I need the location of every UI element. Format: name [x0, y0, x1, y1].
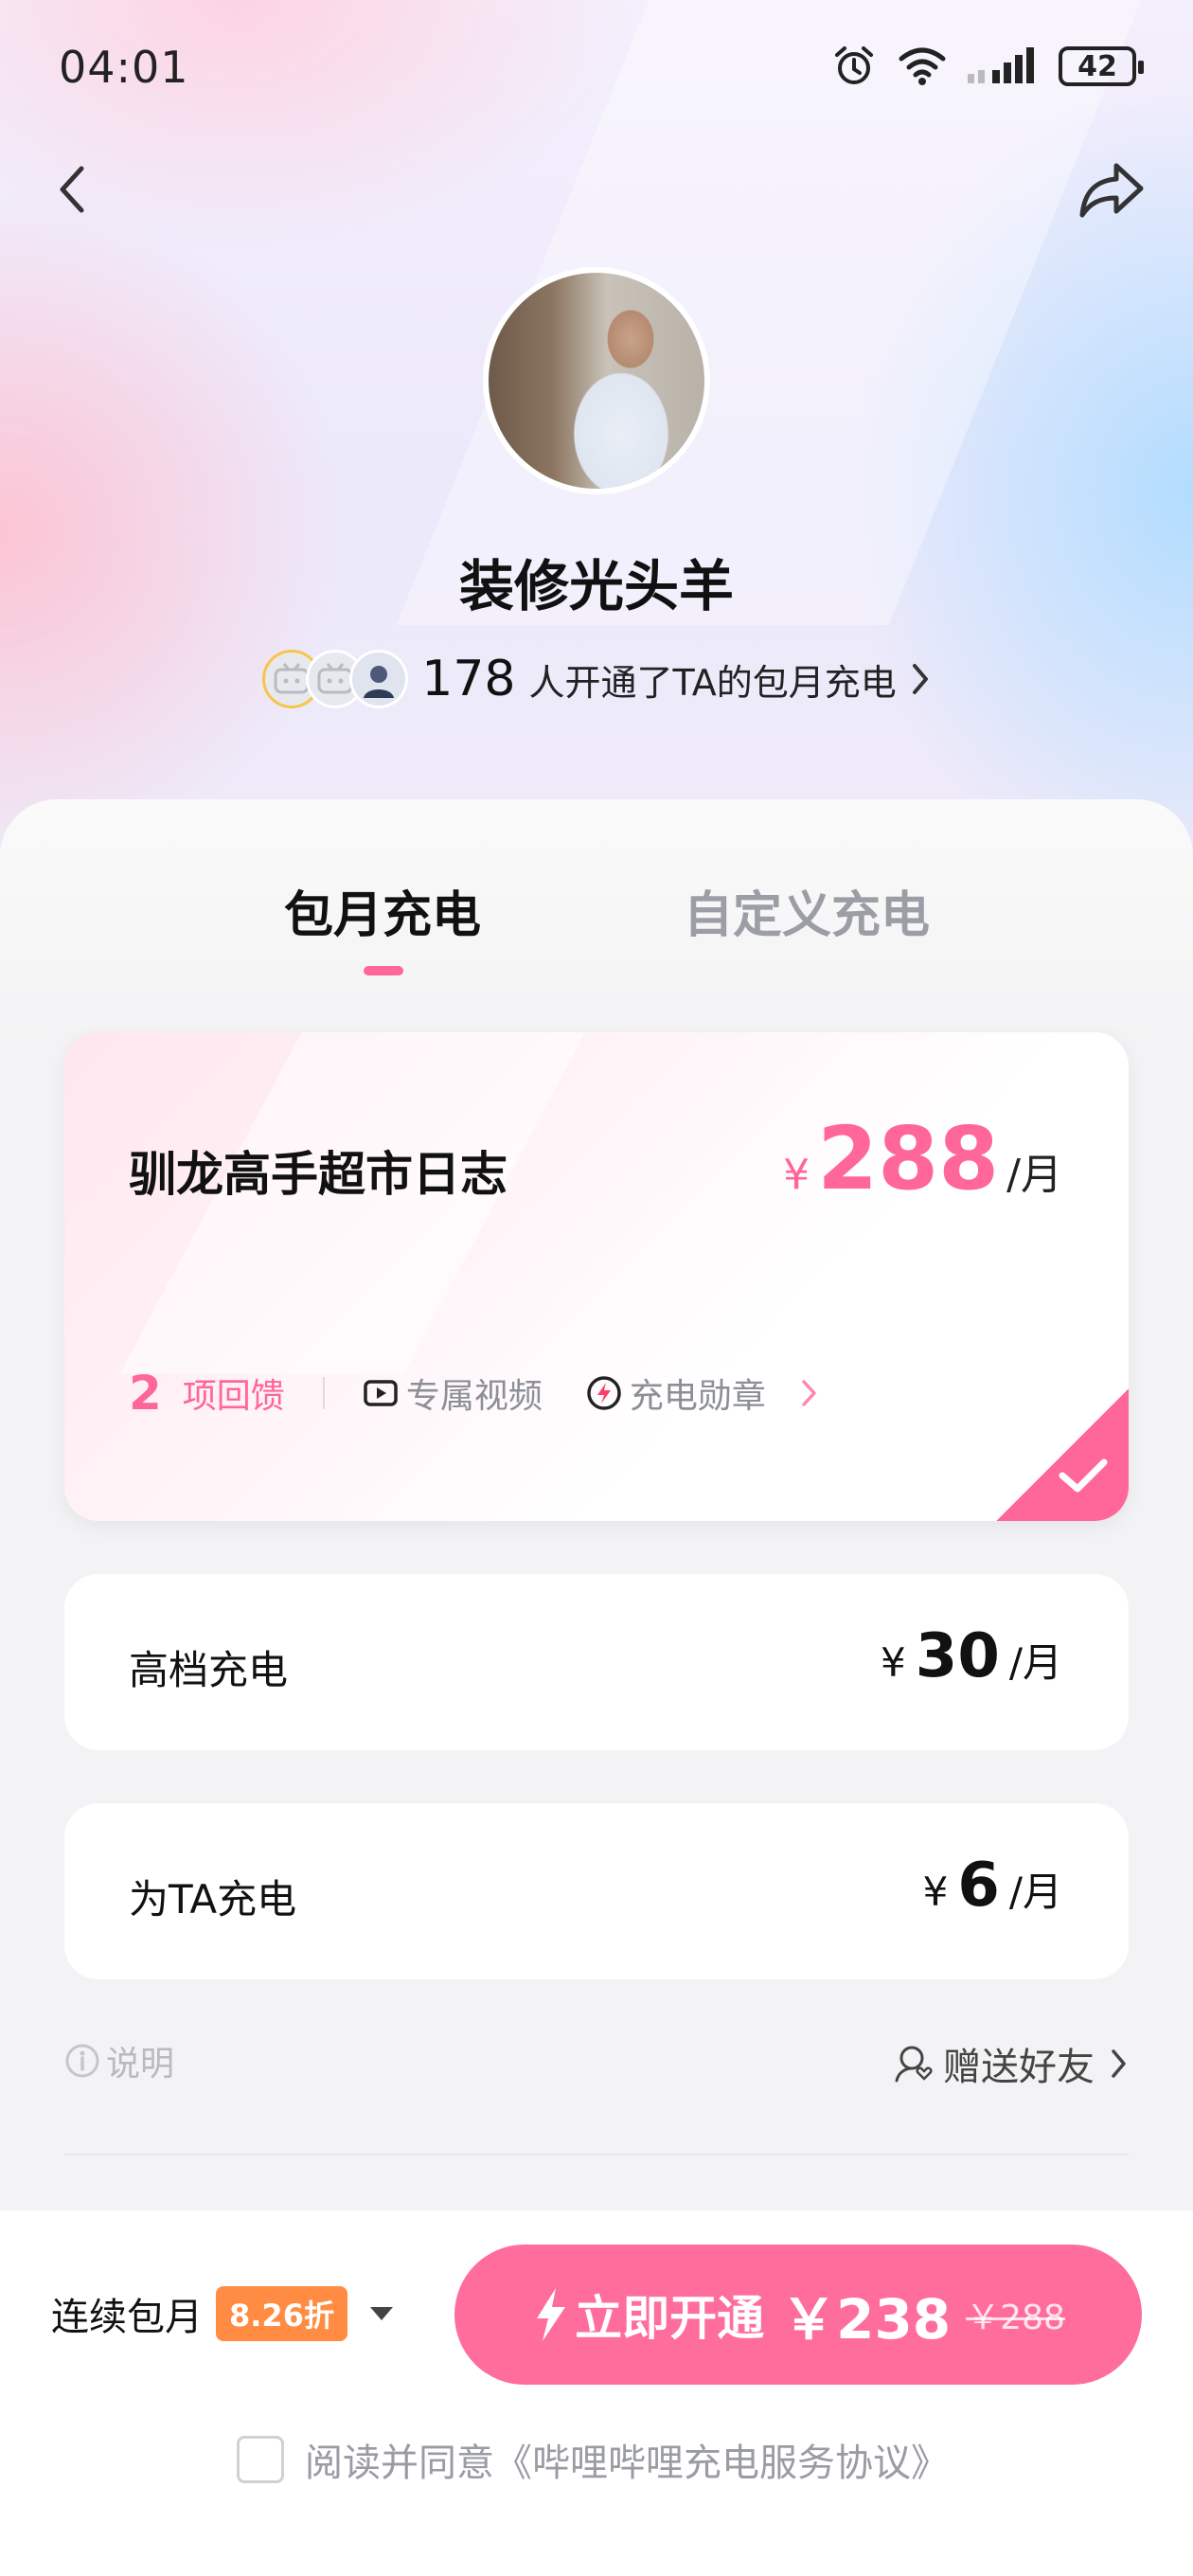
chevron-right-icon	[802, 1380, 816, 1406]
status-icons: 42	[831, 40, 1144, 93]
renew-label: 连续包月	[51, 2296, 203, 2339]
supporter-avatars	[262, 650, 409, 708]
agreement-checkbox[interactable]	[237, 2436, 284, 2483]
chevron-right-icon	[912, 664, 928, 694]
explain-link[interactable]: 说明	[64, 2036, 174, 2085]
plan-card-selected[interactable]: 驯龙高手超市日志 ¥ 288 /月 2 项回馈 专属视频 充电勋章	[64, 1032, 1129, 1521]
perk-label: 项回馈	[182, 1377, 285, 1416]
user-icon	[364, 666, 395, 698]
activate-button[interactable]: 立即开通 ￥238 ￥288	[454, 2245, 1142, 2385]
activate-price: ￥238	[781, 2287, 952, 2352]
plan-label: 高档充电	[129, 1647, 289, 1693]
gift-friend-link[interactable]: 赠送好友	[894, 2036, 1129, 2091]
plan-price: ¥ 30 /月	[881, 1621, 1062, 1691]
status-bar: 04:01 42	[0, 0, 1193, 133]
gift-label: 赠送好友	[943, 2046, 1095, 2089]
plan-price: ¥ 6 /月	[923, 1851, 1062, 1921]
caret-down-icon	[369, 2307, 393, 2320]
status-time: 04:01	[59, 42, 189, 93]
chevron-right-icon	[1112, 2049, 1126, 2078]
currency-symbol: ¥	[881, 1639, 906, 1686]
currency-symbol: ¥	[922, 1869, 949, 1915]
share-button[interactable]	[1074, 152, 1149, 227]
perk-divider	[322, 1377, 325, 1409]
tab-monthly-charge[interactable]: 包月充电	[284, 875, 481, 946]
wifi-icon	[899, 47, 946, 85]
agreement-row: 阅读并同意《哔哩哔哩充电服务协议》	[237, 2432, 949, 2487]
creator-avatar[interactable]	[483, 267, 710, 494]
currency-symbol: ¥	[783, 1151, 810, 1199]
supporter-avatar	[349, 650, 409, 708]
info-icon	[65, 2044, 99, 2078]
price-amount: 6	[957, 1851, 1000, 1921]
alarm-icon	[835, 46, 873, 84]
creator-name: 装修光头羊	[458, 554, 734, 618]
plan-label: 为TA充电	[129, 1876, 297, 1923]
gift-user-icon	[895, 2046, 933, 2083]
perk-exclusive-video: 专属视频	[363, 1368, 543, 1418]
explain-label: 说明	[106, 2045, 175, 2084]
plan-card-basic[interactable]: 为TA充电 ¥ 6 /月	[64, 1803, 1129, 1979]
price-unit: /月	[1008, 1869, 1062, 1915]
supporter-count: 178	[421, 651, 516, 707]
plan-card-premium[interactable]: 高档充电 ¥ 30 /月	[64, 1574, 1129, 1750]
chevron-left-icon	[60, 166, 84, 213]
lightning-icon	[537, 2288, 566, 2341]
perk-count: 2	[129, 1366, 162, 1421]
signal-icon	[968, 47, 1034, 83]
supporter-text: 人开通了TA的包月充电	[528, 661, 897, 704]
renew-selector[interactable]: 连续包月 8.26折	[51, 2286, 393, 2341]
back-button[interactable]	[45, 152, 98, 227]
charge-tabs: 包月充电 自定义充电	[0, 875, 1193, 989]
divider	[64, 2154, 1129, 2156]
tab-custom-charge[interactable]: 自定义充电	[684, 875, 930, 946]
perk-charge-badge: 充电勋章	[586, 1368, 766, 1418]
price-amount: 30	[915, 1621, 1000, 1691]
plan-title: 驯龙高手超市日志	[129, 1147, 507, 1202]
perk-label-video: 专属视频	[405, 1377, 543, 1416]
plan-price: ¥ 288 /月	[783, 1108, 1062, 1209]
tv-mascot-icon	[274, 663, 310, 694]
price-amount: 288	[817, 1108, 1000, 1209]
check-icon	[1059, 1458, 1108, 1493]
tv-mascot-icon	[317, 663, 353, 694]
perk-label-badge: 充电勋章	[629, 1377, 766, 1416]
discount-badge: 8.26折	[216, 2286, 347, 2341]
price-unit: /月	[1006, 1151, 1062, 1199]
share-icon	[1079, 163, 1144, 218]
info-row: 说明 赠送好友	[64, 2036, 1129, 2093]
activate-label: 立即开通	[575, 2291, 765, 2346]
perks-row[interactable]: 2 项回馈 专属视频 充电勋章	[129, 1366, 819, 1421]
price-unit: /月	[1008, 1639, 1062, 1686]
supporters-link[interactable]: 178 人开通了TA的包月充电	[0, 650, 1193, 708]
lightning-badge-icon	[587, 1376, 621, 1410]
tab-active-indicator	[364, 966, 403, 975]
video-icon	[364, 1380, 398, 1406]
original-price: ￥288	[966, 2299, 1065, 2337]
agreement-text[interactable]: 阅读并同意《哔哩哔哩充电服务协议》	[305, 2432, 949, 2487]
battery-indicator: 42	[1059, 46, 1144, 86]
